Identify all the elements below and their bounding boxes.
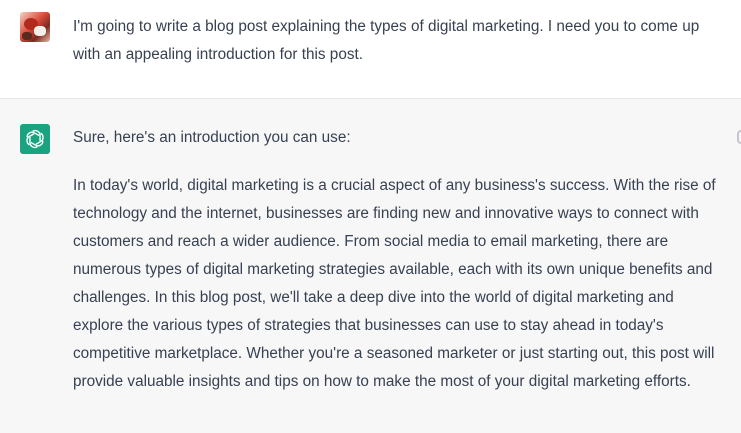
avatar-photo-detail (22, 32, 32, 40)
user-message-text: I'm going to write a blog post explainin… (73, 18, 700, 63)
avatar-photo-detail (34, 26, 46, 36)
assistant-body-text: In today's world, digital marketing is a… (73, 177, 716, 390)
user-message-row: I'm going to write a blog post explainin… (0, 0, 741, 99)
openai-logo-glyph (26, 129, 44, 149)
openai-logo-icon (20, 124, 50, 154)
assistant-message-row: Sure, here's an introduction you can use… (0, 99, 741, 433)
user-avatar (20, 12, 50, 42)
assistant-lead-text: Sure, here's an introduction you can use… (73, 129, 351, 146)
copy-button-edge[interactable] (737, 130, 741, 144)
